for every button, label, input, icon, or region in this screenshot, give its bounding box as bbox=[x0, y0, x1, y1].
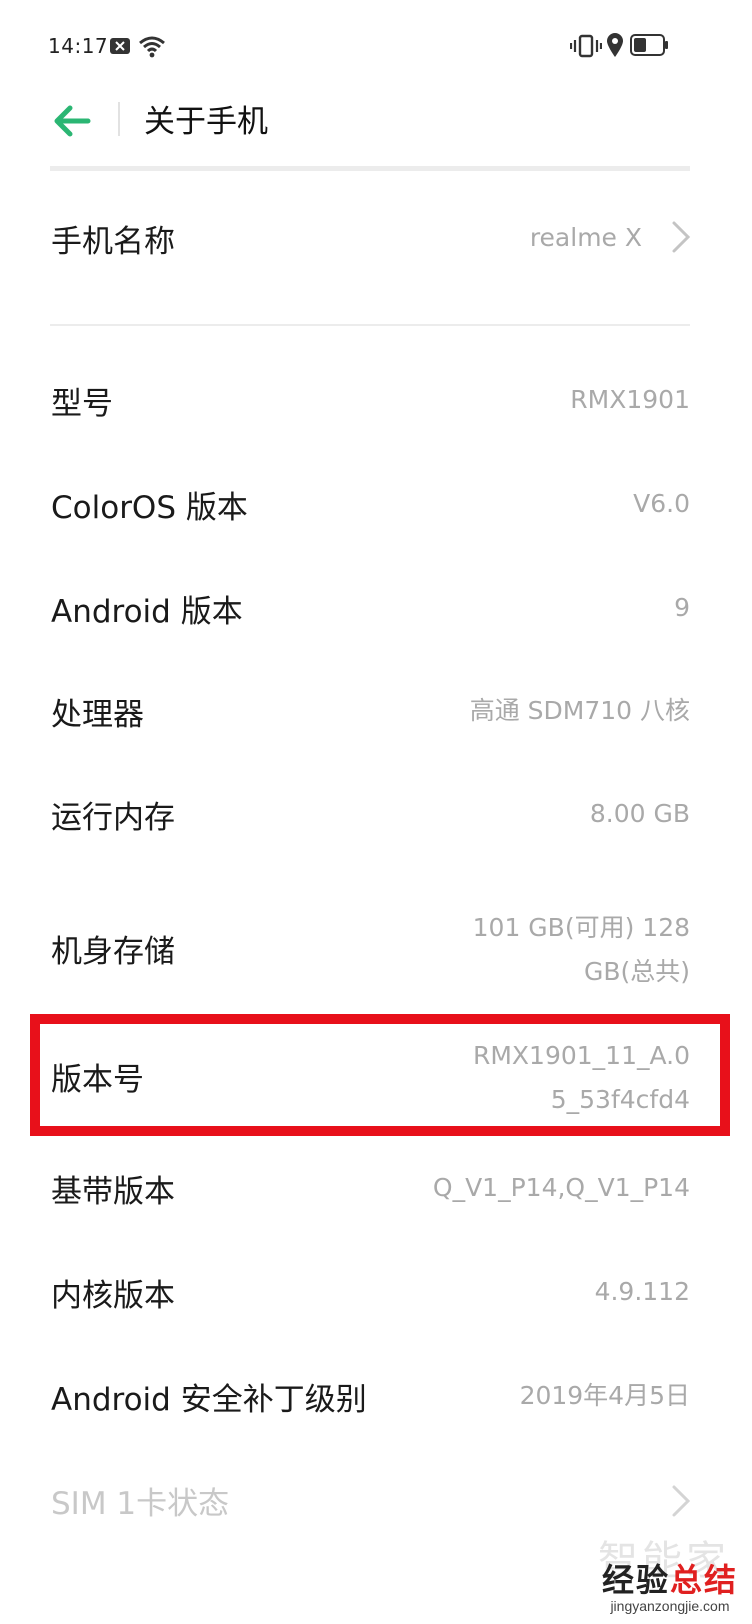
notification-icon bbox=[110, 38, 130, 54]
info-row-android-version: Android 版本 9 bbox=[0, 578, 752, 648]
info-row-value: 2019年4月5日 bbox=[519, 1381, 690, 1410]
info-row-processor: 处理器 高通 SDM710 八核 bbox=[0, 681, 752, 751]
info-row-ram: 运行内存 8.00 GB bbox=[0, 784, 752, 854]
info-row-label: 内核版本 bbox=[51, 1278, 175, 1314]
info-row-label: Android 安全补丁级别 bbox=[51, 1382, 367, 1418]
info-row-label: ColorOS 版本 bbox=[51, 490, 248, 526]
info-row-value: V6.0 bbox=[633, 489, 690, 518]
info-row-value: 4.9.112 bbox=[594, 1277, 690, 1306]
chevron-right-icon bbox=[672, 1485, 691, 1517]
header-divider bbox=[118, 102, 120, 136]
info-row-value: RMX1901_11_A.05_53f4cfd4 bbox=[472, 1041, 690, 1114]
back-arrow-icon bbox=[54, 105, 91, 137]
info-row-value: 8.00 GB bbox=[589, 799, 690, 828]
info-row-label: 处理器 bbox=[51, 697, 144, 733]
info-row-security-patch: Android 安全补丁级别 2019年4月5日 bbox=[0, 1366, 752, 1436]
info-row-model: 型号 RMX1901 bbox=[0, 370, 752, 440]
info-row-label: 型号 bbox=[51, 386, 113, 422]
info-row-label: 版本号 bbox=[51, 1062, 144, 1098]
info-row-storage: 机身存储 101 GB(可用) 128 GB(总共) bbox=[0, 900, 752, 1000]
info-row-value: RMX1901 bbox=[570, 385, 690, 414]
info-row-baseband-version: 基带版本 Q_V1_P14,Q_V1_P14 bbox=[0, 1158, 752, 1228]
location-icon bbox=[607, 33, 623, 57]
info-row-value: 101 GB(可用) 128 GB(总共) bbox=[472, 913, 690, 986]
section-separator bbox=[50, 324, 690, 326]
info-row-value: Q_V1_P14,Q_V1_P14 bbox=[432, 1173, 690, 1202]
app-header: 关于手机 bbox=[0, 80, 752, 166]
about-phone-screen: 14:17 关于手机 手机名称 realme X 型号 RMX1901 Colo… bbox=[0, 0, 752, 1624]
info-row-label: 机身存储 bbox=[51, 934, 175, 970]
status-time: 14:17 bbox=[48, 34, 109, 58]
info-row-label: Android 版本 bbox=[51, 594, 243, 630]
chevron-right-icon bbox=[672, 221, 691, 253]
info-row-build-number[interactable]: 版本号 RMX1901_11_A.05_53f4cfd4 bbox=[0, 1022, 752, 1122]
info-row-kernel-version: 内核版本 4.9.112 bbox=[0, 1262, 752, 1332]
header-separator bbox=[50, 166, 690, 171]
info-row-coloros-version: ColorOS 版本 V6.0 bbox=[0, 474, 752, 544]
wifi-icon bbox=[139, 36, 165, 58]
vibrate-icon bbox=[570, 34, 602, 58]
device-name-row[interactable]: 手机名称 realme X bbox=[0, 196, 752, 306]
info-row-label: 基带版本 bbox=[51, 1174, 175, 1210]
page-title: 关于手机 bbox=[144, 104, 268, 140]
info-row-value: 高通 SDM710 八核 bbox=[469, 696, 690, 725]
back-button[interactable] bbox=[50, 98, 98, 144]
device-name-label: 手机名称 bbox=[51, 224, 175, 260]
info-row-value: 9 bbox=[674, 593, 690, 622]
device-name-value: realme X bbox=[529, 223, 642, 252]
sim1-status-label: SIM 1卡状态 bbox=[51, 1486, 230, 1522]
battery-icon bbox=[630, 34, 668, 56]
info-row-label: 运行内存 bbox=[51, 800, 175, 836]
watermark-faded-text: 智能家 bbox=[598, 1538, 730, 1584]
watermark-url: jingyanzongjie.com bbox=[610, 1598, 730, 1614]
